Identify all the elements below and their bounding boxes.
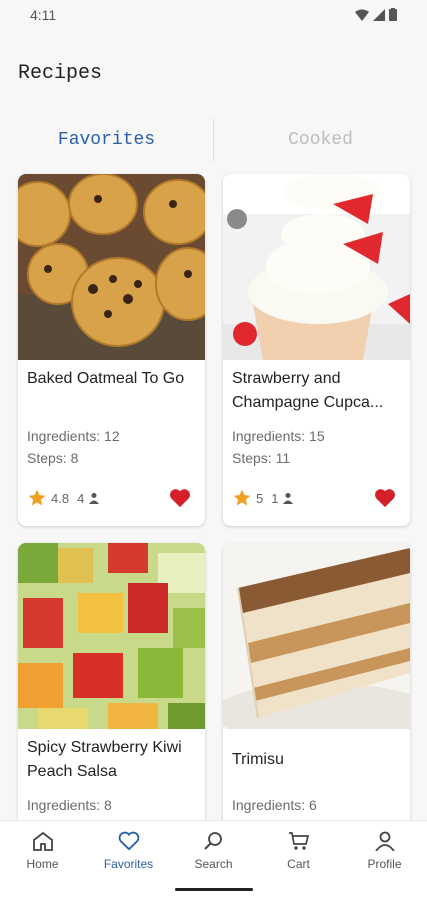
- status-bar: 4:11: [0, 0, 427, 30]
- recipe-steps: Steps: 11: [232, 450, 291, 466]
- search-icon: [203, 832, 222, 850]
- home-indicator: [175, 888, 253, 891]
- recipe-ingredients: Ingredients: 6: [232, 797, 317, 813]
- recipe-title: Baked Oatmeal To Go: [27, 370, 185, 387]
- recipe-ingredients: Ingredients: 12: [27, 428, 120, 444]
- rating-count: 1: [271, 490, 279, 506]
- nav-label: Search: [194, 857, 233, 871]
- rating-value: 4.8: [51, 490, 70, 506]
- recipe-image: [223, 543, 410, 729]
- recipe-rating: 4.8 4: [27, 488, 100, 508]
- recipe-card[interactable]: Spicy Strawberry Kiwi Peach Salsa Ingred…: [18, 543, 205, 863]
- profile-icon: [374, 831, 395, 851]
- star-icon: [28, 489, 46, 506]
- recipe-card[interactable]: Strawberry and Champagne Cupca... Ingred…: [223, 174, 410, 526]
- recipe-image: [18, 543, 205, 729]
- favorite-heart-icon[interactable]: [169, 488, 191, 508]
- recipe-image: [223, 174, 410, 360]
- recipe-ingredients: Ingredients: 8: [27, 797, 112, 813]
- nav-profile[interactable]: Profile: [342, 831, 427, 871]
- home-icon: [32, 831, 53, 851]
- rating-value: 5: [256, 490, 264, 506]
- nav-label: Favorites: [103, 857, 154, 871]
- recipe-image: [18, 174, 205, 360]
- battery-icon: [389, 8, 397, 21]
- status-time: 4:11: [30, 7, 57, 23]
- recipe-title: Trimisu: [232, 751, 284, 768]
- nav-label: Profile: [367, 857, 402, 871]
- signal-icon: [373, 8, 385, 21]
- nav-search[interactable]: Search: [171, 831, 256, 871]
- favorite-heart-icon[interactable]: [374, 488, 396, 508]
- wifi-icon: [355, 9, 369, 21]
- recipe-ingredients: Ingredients: 15: [232, 428, 325, 444]
- recipe-card[interactable]: Trimisu Ingredients: 6: [223, 543, 410, 863]
- person-icon: [283, 493, 294, 504]
- recipe-title: Spicy Strawberry Kiwi Peach Salsa: [27, 739, 182, 780]
- recipe-title: Strawberry and Champagne Cupca...: [232, 370, 384, 411]
- tab-cooked[interactable]: Cooked: [214, 116, 427, 164]
- nav-label: Home: [26, 857, 59, 871]
- nav-label: Cart: [287, 857, 310, 871]
- heart-icon: [118, 831, 139, 851]
- recipe-card[interactable]: Baked Oatmeal To Go Ingredients: 12 Step…: [18, 174, 205, 526]
- status-icons: [355, 8, 397, 21]
- rating-count: 4: [77, 490, 85, 506]
- tab-favorites[interactable]: Favorites: [0, 116, 213, 164]
- person-icon: [89, 493, 100, 504]
- recipe-rating: 5 1: [232, 488, 294, 508]
- nav-favorites[interactable]: Favorites: [86, 831, 171, 871]
- recipe-steps: Steps: 8: [27, 450, 79, 466]
- page-title: Recipes: [18, 62, 103, 85]
- nav-home[interactable]: Home: [0, 831, 85, 871]
- cart-icon: [288, 832, 309, 850]
- nav-cart[interactable]: Cart: [256, 831, 341, 871]
- star-icon: [233, 489, 251, 506]
- tab-bar: Favorites Cooked: [0, 116, 427, 164]
